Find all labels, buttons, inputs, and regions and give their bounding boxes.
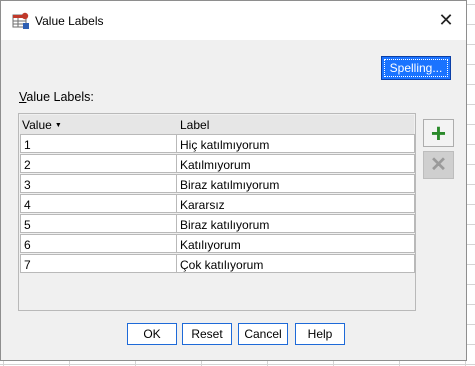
reset-button[interactable]: Reset	[182, 323, 232, 345]
table-row[interactable]: 3 Biraz katılmıyorum	[20, 174, 415, 194]
label-cell[interactable]: Katılıyorum	[176, 234, 415, 253]
label-cell[interactable]: Çok katılıyorum	[176, 254, 415, 273]
value-cell[interactable]: 5	[20, 214, 177, 233]
table-row[interactable]: 1 Hiç katılmıyorum	[20, 134, 415, 154]
delete-label-button[interactable]: ✕	[423, 151, 454, 179]
close-icon: ✕	[438, 10, 454, 30]
heading-text: alue Labels:	[26, 90, 94, 104]
value-cell[interactable]: 6	[20, 234, 177, 253]
cancel-button[interactable]: Cancel	[238, 323, 288, 345]
ok-button[interactable]: OK	[127, 323, 177, 345]
add-label-button[interactable]: +	[423, 119, 454, 147]
value-labels-heading: Value Labels:	[19, 90, 94, 104]
value-cell[interactable]: 3	[20, 174, 177, 193]
spelling-button[interactable]: Spelling...	[381, 56, 451, 80]
value-cell[interactable]: 2	[20, 154, 177, 173]
title-bar: Value Labels ✕	[1, 1, 466, 40]
label-cell[interactable]: Biraz katılıyorum	[176, 214, 415, 233]
column-header-value[interactable]: Value ▼	[22, 115, 177, 134]
label-cell[interactable]: Katılmıyorum	[176, 154, 415, 173]
close-button[interactable]: ✕	[426, 1, 466, 40]
help-button[interactable]: Help	[295, 323, 345, 345]
table-row[interactable]: 7 Çok katılıyorum	[20, 254, 415, 274]
value-cell[interactable]: 4	[20, 194, 177, 213]
value-cell[interactable]: 7	[20, 254, 177, 273]
add-icon: +	[430, 118, 447, 148]
value-cell[interactable]: 1	[20, 134, 177, 153]
table-row[interactable]: 4 Kararsız	[20, 194, 415, 214]
app-icon	[12, 12, 29, 29]
table-row[interactable]: 5 Biraz katılıyorum	[20, 214, 415, 234]
column-header-label[interactable]: Label	[180, 115, 410, 134]
delete-icon: ✕	[430, 154, 447, 176]
table-row[interactable]: 2 Katılmıyorum	[20, 154, 415, 174]
label-cell[interactable]: Kararsız	[176, 194, 415, 213]
sort-down-icon[interactable]: ▼	[55, 122, 62, 129]
table-header: Value ▼ Label	[20, 115, 414, 134]
label-cell[interactable]: Biraz katılmıyorum	[176, 174, 415, 193]
window-title: Value Labels	[35, 14, 104, 28]
value-labels-table[interactable]: Value ▼ Label 1 Hiç katılmıyorum 2 Katılm…	[18, 113, 416, 311]
label-cell[interactable]: Hiç katılmıyorum	[176, 134, 415, 153]
column-header-value-text: Value	[22, 118, 52, 132]
table-row[interactable]: 6 Katılıyorum	[20, 234, 415, 254]
value-labels-dialog: Value Labels ✕ Spelling... Value Labels:…	[0, 0, 467, 361]
